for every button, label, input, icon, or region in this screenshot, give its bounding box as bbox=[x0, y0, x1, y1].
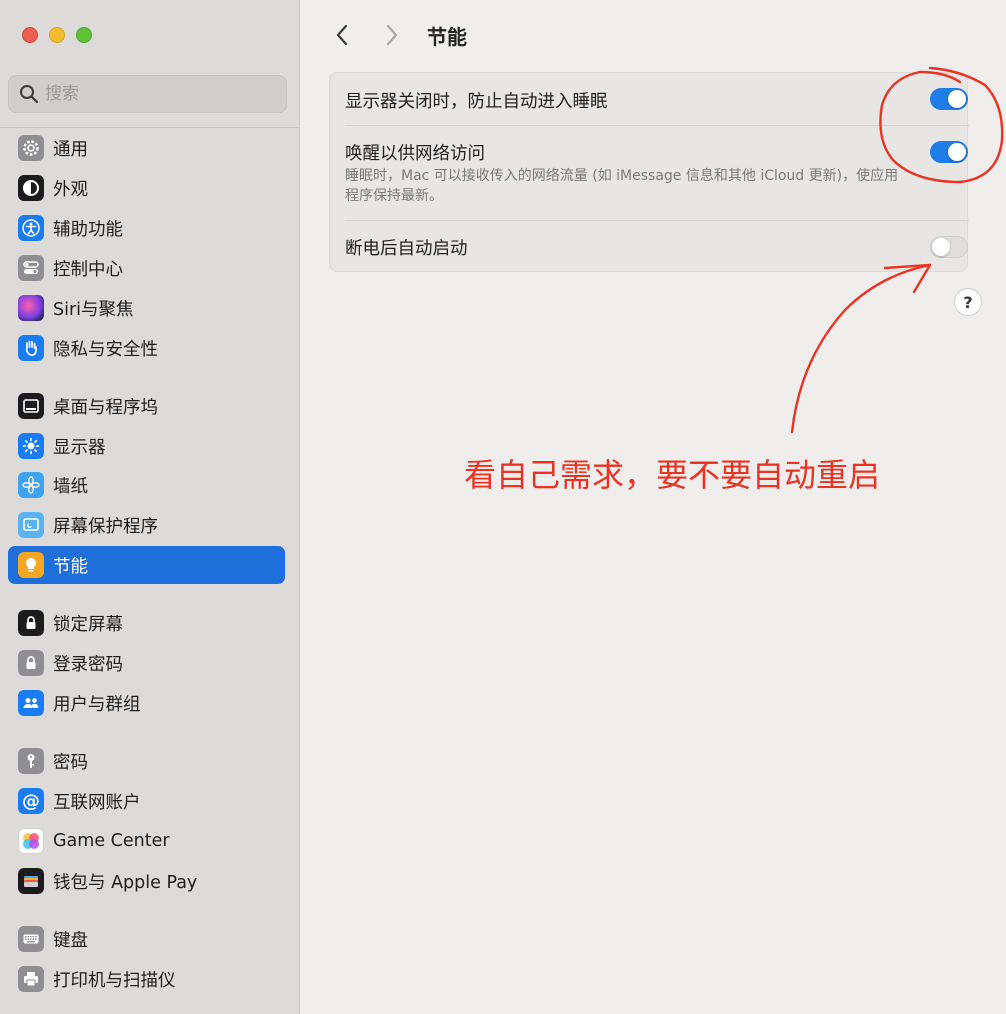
setting-row-auto-restart: 断电后自动启动 bbox=[330, 221, 969, 273]
annotation-note: 看自己需求，要不要自动重启 bbox=[464, 456, 881, 494]
control-center-icon bbox=[18, 255, 44, 281]
dock-icon bbox=[18, 393, 44, 419]
window-controls bbox=[22, 27, 92, 43]
main-content: 节能 显示器关闭时，防止自动进入睡眠 唤醒以供网络访问 睡眠时，Mac 可以接收… bbox=[301, 0, 1006, 1014]
accessibility-icon bbox=[18, 215, 44, 241]
sidebar-item-label: Siri与聚焦 bbox=[53, 299, 134, 320]
sidebar-item-label: 桌面与程序坞 bbox=[53, 397, 158, 418]
at-icon: @ bbox=[18, 788, 44, 814]
zoom-window-button[interactable] bbox=[76, 27, 92, 43]
sidebar-item-game-center[interactable]: Game Center bbox=[8, 822, 285, 860]
chevron-right-icon[interactable] bbox=[377, 20, 407, 50]
sidebar-item-label: 节能 bbox=[53, 556, 88, 577]
sidebar-item-label: 锁定屏幕 bbox=[53, 614, 123, 635]
setting-row-wake-network: 唤醒以供网络访问 睡眠时，Mac 可以接收传入的网络流量 (如 iMessage… bbox=[330, 126, 969, 220]
page-title: 节能 bbox=[427, 25, 467, 49]
screensaver-icon bbox=[18, 512, 44, 538]
setting-label: 显示器关闭时，防止自动进入睡眠 bbox=[345, 92, 608, 112]
search-box[interactable] bbox=[8, 75, 287, 113]
sidebar-item-label: 墙纸 bbox=[53, 476, 88, 497]
siri-icon bbox=[18, 295, 44, 321]
help-button[interactable]: ? bbox=[954, 288, 982, 316]
keyboard-icon bbox=[18, 926, 44, 952]
sidebar-item-label: 控制中心 bbox=[53, 259, 123, 280]
sidebar-item-label: 显示器 bbox=[53, 437, 106, 458]
setting-description: 睡眠时，Mac 可以接收传入的网络流量 (如 iMessage 信息和其他 iC… bbox=[345, 168, 899, 204]
sidebar-item-general[interactable]: 通用 bbox=[8, 129, 285, 167]
sidebar-item-control-center[interactable]: 控制中心 bbox=[8, 249, 285, 287]
sidebar-item-label: 辅助功能 bbox=[53, 219, 123, 240]
sidebar-item-internet-accounts[interactable]: @ 互联网账户 bbox=[8, 782, 285, 820]
chevron-left-icon[interactable] bbox=[327, 20, 357, 50]
sidebar-item-desktop-dock[interactable]: 桌面与程序坞 bbox=[8, 387, 285, 425]
sidebar-item-label: 密码 bbox=[53, 752, 88, 773]
sidebar-item-users-groups[interactable]: 用户与群组 bbox=[8, 684, 285, 722]
wake-network-toggle[interactable] bbox=[930, 141, 968, 163]
minimize-window-button[interactable] bbox=[49, 27, 65, 43]
settings-window: 通用 外观 辅助功能 控制中心 Siri与聚焦 bbox=[0, 0, 1006, 1014]
flower-icon bbox=[18, 472, 44, 498]
sidebar-item-wallet[interactable]: 钱包与 Apple Pay bbox=[8, 862, 285, 900]
sidebar-item-energy-saver[interactable]: 节能 bbox=[8, 546, 285, 584]
sidebar-item-label: 钱包与 Apple Pay bbox=[53, 872, 198, 893]
sun-icon bbox=[18, 433, 44, 459]
sidebar-item-keyboard[interactable]: 键盘 bbox=[8, 920, 285, 958]
close-window-button[interactable] bbox=[22, 27, 38, 43]
setting-row-prevent-sleep: 显示器关闭时，防止自动进入睡眠 bbox=[330, 73, 969, 125]
users-icon bbox=[18, 690, 44, 716]
sidebar-item-label: 键盘 bbox=[53, 930, 88, 951]
sidebar-item-label: 屏幕保护程序 bbox=[53, 516, 158, 537]
sidebar-item-login-password[interactable]: 登录密码 bbox=[8, 644, 285, 682]
sidebar-item-label: 隐私与安全性 bbox=[53, 339, 158, 360]
search-icon bbox=[19, 84, 39, 104]
sidebar-item-siri[interactable]: Siri与聚焦 bbox=[8, 289, 285, 327]
sidebar-item-label: 互联网账户 bbox=[53, 792, 141, 813]
sidebar-item-accessibility[interactable]: 辅助功能 bbox=[8, 209, 285, 247]
sidebar: 通用 外观 辅助功能 控制中心 Siri与聚焦 bbox=[0, 0, 300, 1014]
gear-icon bbox=[18, 135, 44, 161]
sidebar-item-label: 用户与群组 bbox=[53, 694, 141, 715]
hand-icon bbox=[18, 335, 44, 361]
sidebar-item-label: 通用 bbox=[53, 139, 88, 160]
wallet-icon bbox=[18, 868, 44, 894]
lightbulb-icon bbox=[18, 552, 44, 578]
sidebar-item-printers[interactable]: 打印机与扫描仪 bbox=[8, 960, 285, 998]
sidebar-item-lock-screen[interactable]: 锁定屏幕 bbox=[8, 604, 285, 642]
auto-restart-toggle[interactable] bbox=[930, 236, 968, 258]
sidebar-item-privacy[interactable]: 隐私与安全性 bbox=[8, 329, 285, 367]
prevent-sleep-toggle[interactable] bbox=[930, 88, 968, 110]
sidebar-divider bbox=[0, 127, 300, 128]
sidebar-item-label: 外观 bbox=[53, 179, 88, 200]
lock-screen-icon bbox=[18, 610, 44, 636]
setting-label: 唤醒以供网络访问 bbox=[345, 144, 485, 164]
sidebar-item-label: 打印机与扫描仪 bbox=[53, 970, 176, 991]
printer-icon bbox=[18, 966, 44, 992]
settings-panel: 显示器关闭时，防止自动进入睡眠 唤醒以供网络访问 睡眠时，Mac 可以接收传入的… bbox=[329, 72, 969, 273]
sidebar-item-label: 登录密码 bbox=[53, 654, 123, 675]
sidebar-item-label: Game Center bbox=[53, 831, 170, 851]
lock-icon bbox=[18, 650, 44, 676]
appearance-icon bbox=[18, 175, 44, 201]
sidebar-item-displays[interactable]: 显示器 bbox=[8, 427, 285, 465]
sidebar-item-screensaver[interactable]: 屏幕保护程序 bbox=[8, 506, 285, 544]
search-input[interactable] bbox=[45, 84, 275, 104]
sidebar-item-passwords[interactable]: 密码 bbox=[8, 742, 285, 780]
setting-label: 断电后自动启动 bbox=[345, 239, 468, 259]
game-center-icon bbox=[18, 828, 44, 854]
sidebar-item-appearance[interactable]: 外观 bbox=[8, 169, 285, 207]
key-icon bbox=[18, 748, 44, 774]
sidebar-item-wallpaper[interactable]: 墙纸 bbox=[8, 466, 285, 504]
